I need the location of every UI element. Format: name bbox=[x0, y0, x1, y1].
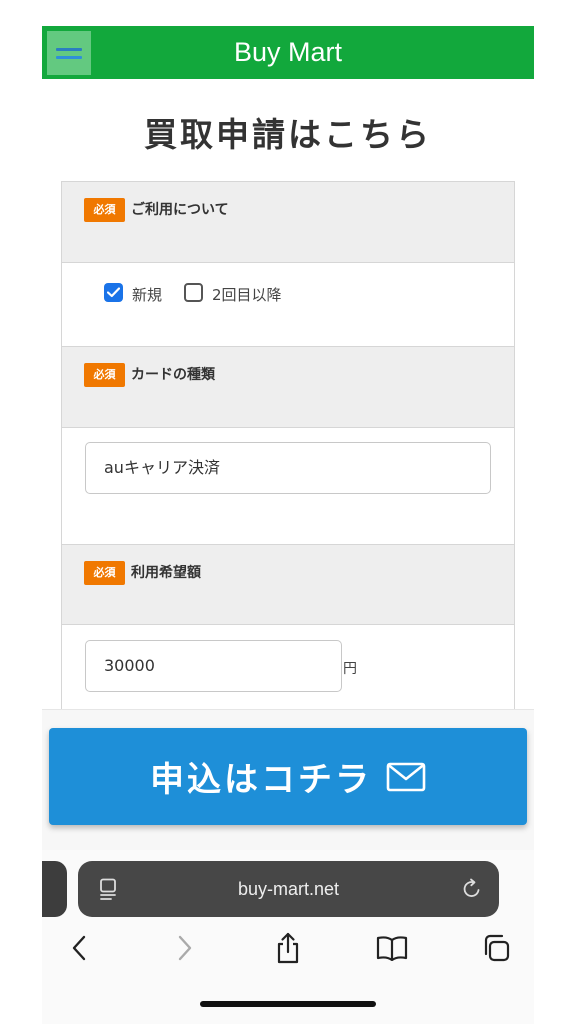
bookmarks-button[interactable] bbox=[374, 930, 410, 966]
url-text: buy-mart.net bbox=[237, 879, 340, 899]
forward-button[interactable] bbox=[167, 930, 203, 966]
new-checkbox[interactable] bbox=[104, 283, 123, 302]
usage-label: ご利用について bbox=[131, 202, 229, 218]
tabs-icon bbox=[484, 934, 510, 962]
apply-button[interactable]: 申込はコチラ bbox=[49, 728, 527, 825]
repeat-checkbox[interactable] bbox=[184, 283, 203, 302]
share-button[interactable] bbox=[270, 930, 306, 966]
card-type-input[interactable]: auキャリア決済 bbox=[85, 442, 491, 494]
page-title: 買取申請はこちら bbox=[144, 115, 432, 154]
required-badge: 必須 bbox=[84, 198, 125, 222]
required-badge: 必須 bbox=[84, 363, 125, 387]
card-type-label: カードの種類 bbox=[131, 367, 215, 383]
back-button[interactable] bbox=[61, 930, 97, 966]
repeat-option-label[interactable]: 2回目以降 bbox=[212, 284, 282, 305]
card-type-label-row: 必須 カードの種類 bbox=[62, 347, 514, 428]
apply-button-label: 申込はコチラ bbox=[150, 760, 372, 800]
required-badge: 必須 bbox=[84, 561, 125, 585]
usage-body-row bbox=[62, 263, 514, 347]
site-header: Buy Mart bbox=[42, 26, 534, 79]
amount-input[interactable]: 30000 bbox=[85, 640, 342, 692]
purchase-form: 必須 ご利用について 新規 2回目以降 必須 カードの種類 auキャリア決済 必… bbox=[61, 181, 515, 709]
reload-icon[interactable] bbox=[461, 878, 483, 900]
address-bar[interactable]: buy-mart.net bbox=[78, 861, 499, 917]
amount-label-row: 必須 利用希望額 bbox=[62, 545, 514, 625]
usage-label-row: 必須 ご利用について bbox=[62, 182, 514, 263]
checkmark-icon bbox=[107, 287, 120, 298]
previous-tab-preview[interactable] bbox=[42, 861, 67, 917]
home-indicator[interactable] bbox=[200, 1001, 376, 1007]
mail-icon bbox=[386, 762, 426, 791]
share-icon bbox=[277, 932, 299, 964]
book-icon bbox=[376, 936, 408, 961]
amount-unit: 円 bbox=[343, 661, 357, 677]
tabs-button[interactable] bbox=[478, 930, 514, 966]
amount-label: 利用希望額 bbox=[131, 565, 201, 581]
new-option-label[interactable]: 新規 bbox=[132, 284, 162, 305]
brand-title[interactable]: Buy Mart bbox=[42, 26, 534, 79]
chevron-right-icon bbox=[178, 935, 192, 961]
chevron-left-icon bbox=[72, 935, 86, 961]
